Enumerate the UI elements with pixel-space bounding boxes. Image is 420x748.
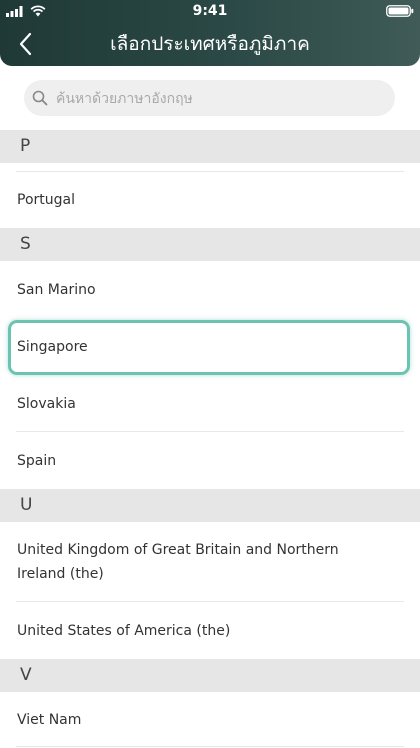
- section-header-s: S: [0, 228, 420, 261]
- list-item-slovakia[interactable]: Slovakia: [0, 376, 420, 431]
- list-item-label: Viet Nam: [17, 712, 82, 728]
- selected-item-highlight: [8, 320, 410, 375]
- list-item-spain[interactable]: Spain: [0, 432, 420, 488]
- section-letter: V: [20, 665, 32, 685]
- section-header-v: V: [0, 659, 420, 692]
- section-letter: U: [20, 495, 33, 515]
- list-item-label: United States of America (the): [17, 623, 231, 639]
- navigation-bar: เลือกประเทศหรือภูมิภาค: [0, 24, 420, 64]
- search-icon: [32, 90, 48, 106]
- list-item-san-marino[interactable]: San Marino: [0, 261, 420, 319]
- divider: [16, 746, 404, 747]
- section-header-p: P: [0, 130, 420, 163]
- list-item-label: United Kingdom of Great Britain and Nort…: [17, 542, 339, 582]
- section-letter: P: [20, 136, 31, 156]
- section-letter: S: [20, 234, 31, 254]
- status-time: 9:41: [192, 3, 228, 19]
- back-chevron-icon[interactable]: [12, 30, 40, 58]
- list-item-united-kingdom[interactable]: United Kingdom of Great Britain and Nort…: [0, 522, 420, 601]
- section-header-u: U: [0, 489, 420, 522]
- status-bar: 9:41: [0, 0, 420, 22]
- list-item-portugal[interactable]: Portugal: [0, 172, 420, 228]
- battery-icon: [386, 5, 414, 17]
- page-title: เลือกประเทศหรือภูมิภาค: [110, 33, 310, 55]
- list-item-united-states[interactable]: United States of America (the): [0, 602, 420, 658]
- list-item-label: Slovakia: [17, 396, 76, 412]
- list-item-label: Spain: [17, 453, 57, 469]
- search-bar[interactable]: [24, 80, 395, 118]
- search-input[interactable]: [54, 80, 388, 118]
- country-picker-screen: 9:41 เลือกประเทศหรือภูมิภาค P Portugal: [0, 0, 420, 748]
- list-item-label: Portugal: [17, 192, 75, 208]
- list-item-label: San Marino: [17, 282, 96, 298]
- list-item-viet-nam[interactable]: Viet Nam: [0, 692, 420, 746]
- header-bar: 9:41 เลือกประเทศหรือภูมิภาค: [0, 0, 420, 66]
